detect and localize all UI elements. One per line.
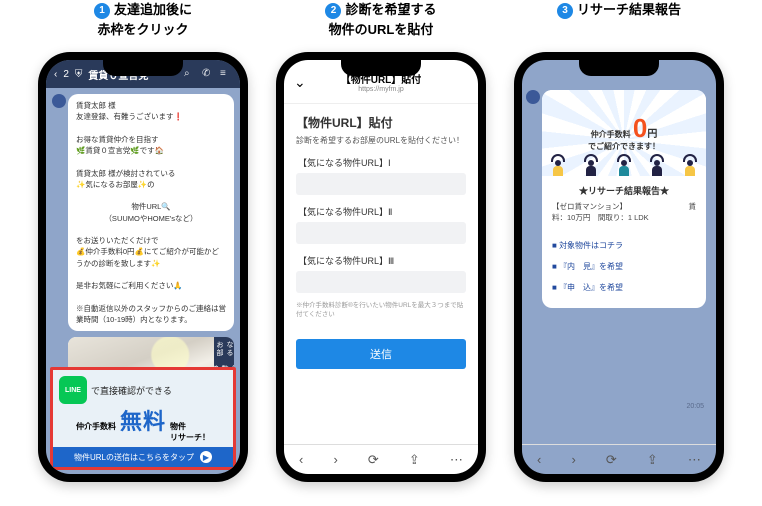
msg-l8: をお送りいただくだけで — [76, 235, 226, 246]
step-2-title-l1: 診断を希望する — [345, 2, 436, 17]
link-viewing[interactable]: 『内 見』を希望 — [552, 256, 696, 277]
line-banner[interactable]: LINE で直接確認ができる 仲介手数料 無料 物件リサーチ！ 物件URLの送信… — [50, 367, 236, 470]
msg-l2: お得な賃貸仲介を目指す — [76, 134, 226, 145]
arrow-right-icon: ▶ — [200, 451, 212, 463]
url-input-1[interactable] — [296, 173, 466, 195]
phone-2: ⌄ 【物件URL】貼付 https://myfm.jp 【物件URL】貼付 診断… — [276, 52, 486, 482]
phone-notch — [103, 60, 183, 76]
msg-l7: （SUUMOやHOME'sなど） — [76, 213, 226, 224]
step-1-title: 1 友達追加後に赤枠をクリック — [94, 0, 192, 42]
step-1: 1友達追加後に赤枠をクリック ‹ 2 ⛨ 賃貸０宣言党 ⌕ ✆ ≡ 賃貸太郎 様 — [30, 0, 256, 482]
step-2-number: 2 — [325, 3, 341, 19]
banner-left: 仲介手数料 — [76, 421, 116, 432]
nav-back-icon[interactable]: ‹ — [537, 452, 541, 467]
avatar — [526, 90, 540, 104]
submit-button[interactable]: 送信 — [296, 339, 466, 369]
nav-forward-icon[interactable]: › — [571, 452, 575, 467]
mansion-cat: 賃 — [689, 201, 697, 212]
search-icon[interactable]: ⌕ — [184, 68, 196, 80]
share-icon[interactable]: ⇪ — [409, 452, 420, 468]
msg-l10: 是非お気軽にご利用ください🙏 — [76, 280, 226, 291]
step-1-title-l1: 友達追加後に — [114, 2, 192, 17]
msg-l11: ※自動返信以外のスタッフからのご連絡は営業時間（10-19時）内となります。 — [76, 303, 226, 326]
phone-1: ‹ 2 ⛨ 賃貸０宣言党 ⌕ ✆ ≡ 賃貸太郎 様 友達登録、有難うございます❗… — [38, 52, 248, 482]
browser-tabbar: ‹ › ⟳ ⇪ ⋯ — [284, 444, 478, 474]
step-3-number: 3 — [557, 3, 573, 19]
hero-yen: 円 — [647, 129, 657, 140]
banner-cta-bar[interactable]: 物件URLの送信はこちらをタップ ▶ — [53, 447, 233, 467]
form-note: ※仲介手数料診断®を行いたい物件URLを最大３つまで貼付てください — [296, 301, 466, 319]
msg-l9: 💰仲介手数料0円💰にてご紹介が可能かどうかの診断を致します✨ — [76, 246, 226, 269]
avatar — [52, 94, 66, 108]
close-icon[interactable]: ⌄ — [294, 74, 306, 91]
link-property[interactable]: 対象物件はコチラ — [552, 235, 696, 256]
mansion-detail: 料：10万円 間取り：1 LDK — [552, 212, 696, 223]
reload-icon[interactable]: ⟳ — [368, 452, 379, 468]
chat-bubble: 賃貸太郎 様 友達登録、有難うございます❗ お得な賃貸仲介を目指す 🌿賃貸０宣言… — [68, 94, 234, 331]
call-icon[interactable]: ✆ — [202, 68, 214, 80]
url-input-2[interactable] — [296, 222, 466, 244]
unread-badge: 2 — [63, 69, 69, 80]
msg-l3: 🌿賃貸０宣言党🌿です🏠 — [76, 145, 226, 156]
result-hero: 仲介手数料 0円 でご紹介できます！ — [542, 90, 706, 176]
back-icon[interactable]: ‹ — [54, 69, 57, 80]
step-2-title-l2: 物件のURLを貼付 — [329, 22, 434, 37]
url-input-3[interactable] — [296, 271, 466, 293]
people-illustration — [542, 150, 706, 176]
step-3: 3 リサーチ結果報告 仲介手数料 0円 でご紹介できます！ — [506, 0, 732, 482]
shield-icon: ⛨ — [75, 69, 83, 80]
msg-l5: ✨気になるお部屋✨の — [76, 179, 226, 190]
link-apply[interactable]: 『申 込』を希望 — [552, 277, 696, 298]
nav-forward-icon[interactable]: › — [333, 452, 337, 467]
nav-back-icon[interactable]: ‹ — [299, 452, 303, 467]
form-heading: 【物件URL】貼付 — [296, 114, 466, 131]
step-3-title: 3 リサーチ結果報告 — [557, 0, 681, 42]
share-icon[interactable]: ⇪ — [647, 452, 658, 468]
banner-right: 物件リサーチ！ — [170, 421, 210, 443]
msg-greeting: 友達登録、有難うございます❗ — [76, 111, 226, 122]
banner-top-text: で直接確認ができる — [91, 384, 172, 397]
banner-big: 無料 — [120, 404, 166, 436]
more-icon[interactable]: ⋯ — [450, 452, 463, 468]
more-icon[interactable]: ⋯ — [688, 452, 701, 468]
browser-tabbar: ‹ › ⟳ ⇪ ⋯ — [522, 444, 716, 474]
msg-l4: 賃貸太郎 様が検討されている — [76, 168, 226, 179]
banner-bar-text: 物件URLの送信はこちらをタップ — [74, 452, 194, 463]
form-desc: 診断を希望するお部屋のURLを貼付ください！ — [296, 135, 466, 146]
msg-l6: 物件URL🔍 — [76, 201, 226, 212]
msg-name: 賃貸太郎 様 — [76, 100, 226, 111]
phone-3: 仲介手数料 0円 でご紹介できます！ — [514, 52, 724, 482]
step-2: 2 診断を希望する物件のURLを貼付 ⌄ 【物件URL】貼付 https://my… — [268, 0, 494, 482]
result-title: ★リサーチ結果報告★ — [552, 184, 696, 197]
step-1-number: 1 — [94, 3, 110, 19]
phone-notch — [579, 60, 659, 76]
field-label-2: 【気になる物件URL】Ⅱ — [298, 205, 466, 218]
field-label-3: 【気になる物件URL】Ⅲ — [298, 254, 466, 267]
field-label-1: 【気になる物件URL】Ⅰ — [298, 156, 466, 169]
step-2-title: 2 診断を希望する物件のURLを貼付 — [325, 0, 436, 42]
line-logo: LINE — [59, 376, 87, 404]
step-1-title-l2: 赤枠をクリック — [97, 22, 188, 37]
timestamp: 20:05 — [686, 403, 704, 410]
menu-icon[interactable]: ≡ — [220, 68, 232, 80]
form-header-sub: https://myfm.jp — [358, 86, 404, 93]
mansion-name: 【ゼロ賃マンション】 — [552, 201, 627, 212]
reload-icon[interactable]: ⟳ — [606, 452, 617, 468]
step-3-title-l1: リサーチ結果報告 — [577, 2, 681, 17]
hero-zero: 0 — [633, 113, 647, 143]
phone-notch — [341, 60, 421, 76]
result-card[interactable]: 仲介手数料 0円 でご紹介できます！ — [542, 90, 706, 308]
hero-small-left: 仲介手数料 — [591, 130, 631, 139]
